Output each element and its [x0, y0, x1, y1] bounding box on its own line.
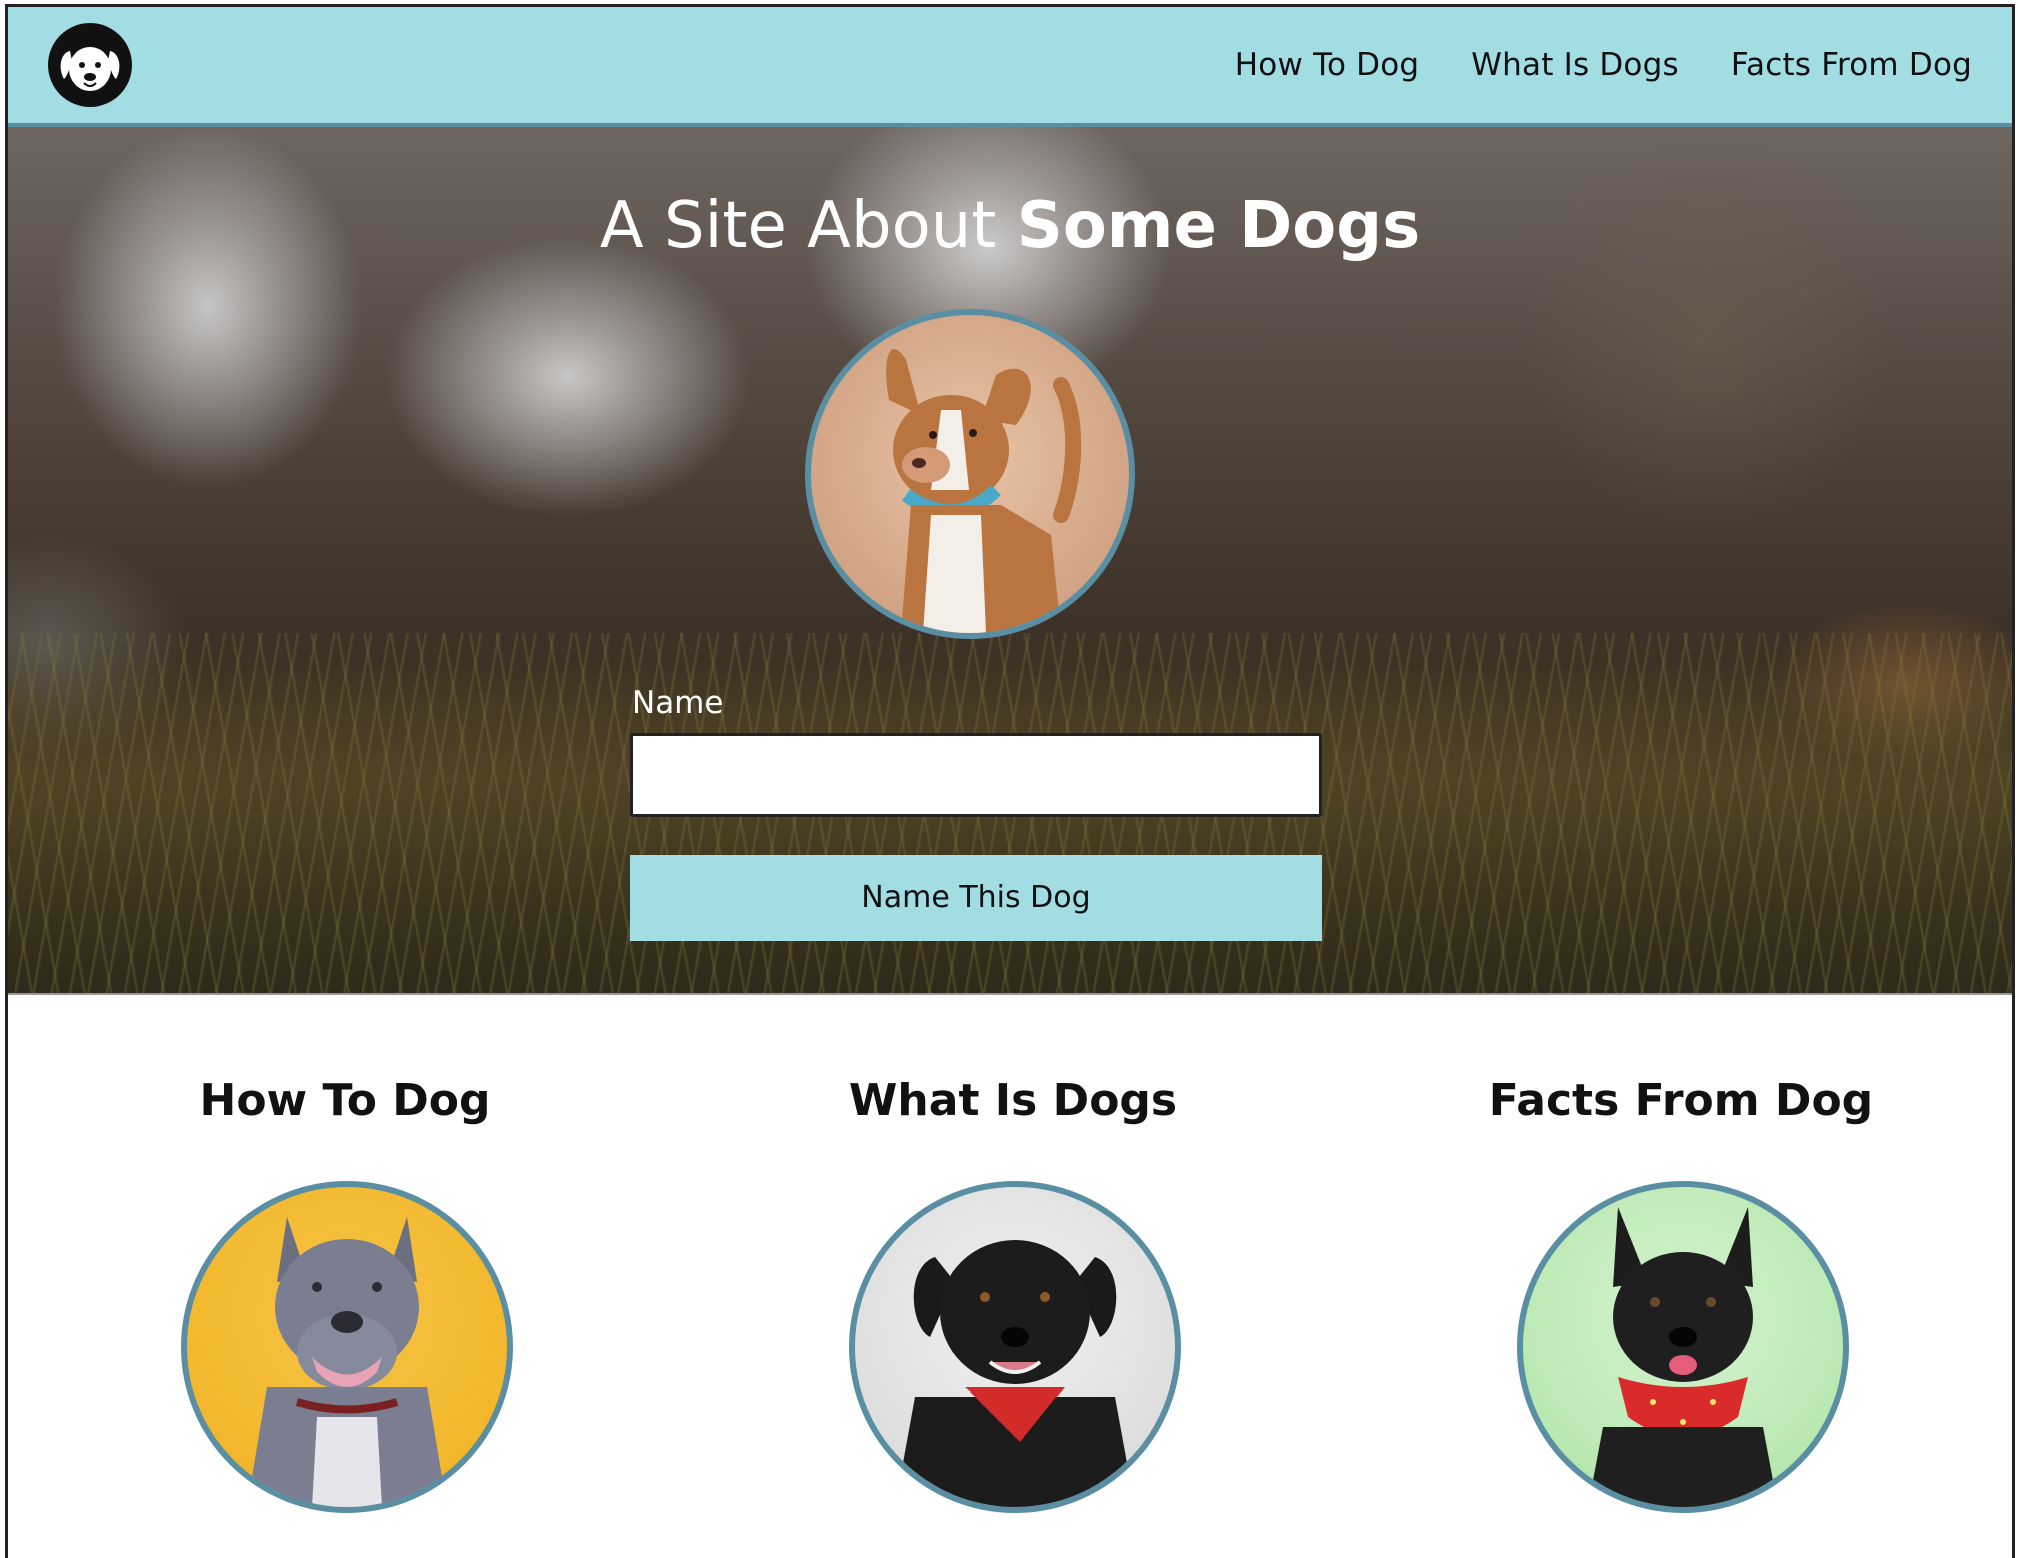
- nav-link-facts-from-dog[interactable]: Facts From Dog: [1731, 47, 1972, 83]
- name-this-dog-button[interactable]: Name This Dog: [630, 855, 1322, 941]
- card-what-is-dogs: What Is Dogs: [753, 995, 1273, 1513]
- hero-section: A Site About Some Dogs Name Name This Do…: [8, 127, 2012, 993]
- card-photo-black-dog-gray: [849, 1181, 1181, 1513]
- dog-face-icon[interactable]: [48, 23, 132, 107]
- name-input[interactable]: [630, 733, 1322, 817]
- card-how-to-dog: How To Dog: [85, 995, 605, 1513]
- main-nav: How To Dog What Is Dogs Facts From Dog: [1235, 7, 1972, 123]
- hero-title: A Site About Some Dogs: [8, 189, 2012, 263]
- card-title: Facts From Dog: [1488, 1075, 1874, 1126]
- name-label: Name: [632, 685, 724, 721]
- card-title: How To Dog: [199, 1075, 491, 1126]
- hero-dog-photo: [805, 309, 1135, 639]
- cards-section: How To Dog What Is Dogs Facts From Dog: [8, 993, 2012, 1558]
- hero-title-bold: Some Dogs: [1016, 189, 1421, 263]
- nav-link-how-to-dog[interactable]: How To Dog: [1235, 47, 1420, 83]
- card-title: What Is Dogs: [848, 1075, 1178, 1126]
- site-header: How To Dog What Is Dogs Facts From Dog: [8, 7, 2012, 127]
- name-form: Name Name This Dog: [630, 685, 1322, 941]
- card-facts-from-dog: Facts From Dog: [1421, 995, 1941, 1513]
- card-photo-gray-pitbull: [181, 1181, 513, 1513]
- page-frame: How To Dog What Is Dogs Facts From Dog A…: [5, 4, 2015, 1558]
- card-photo-black-dog-green: [1517, 1181, 1849, 1513]
- nav-link-what-is-dogs[interactable]: What Is Dogs: [1471, 47, 1679, 83]
- hero-title-light: A Site About: [599, 189, 1017, 263]
